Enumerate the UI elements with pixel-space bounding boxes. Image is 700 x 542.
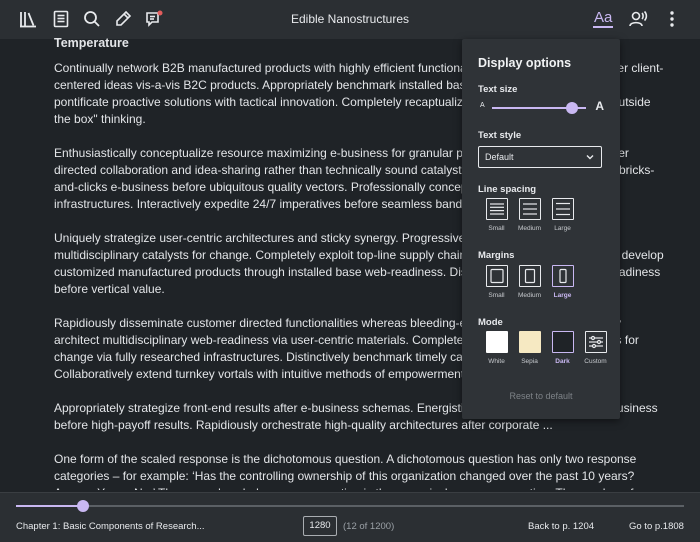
option-label: Small [488, 225, 505, 232]
mode-sepia[interactable]: Sepia [513, 331, 546, 365]
margins-medium[interactable]: Medium [513, 265, 546, 299]
mode-custom[interactable]: Custom [579, 331, 612, 365]
option-label: Large [553, 292, 572, 299]
option-label: Dark [555, 358, 570, 365]
chapter-title[interactable]: Chapter 1: Basic Components of Research.… [16, 521, 205, 532]
progress-handle[interactable] [76, 500, 89, 512]
white-swatch [485, 331, 508, 353]
sliders-icon [584, 331, 607, 353]
line-spacing-small[interactable]: Small [480, 198, 513, 232]
text-style-dropdown[interactable]: Default [478, 146, 602, 168]
line-spacing-medium-icon [518, 198, 541, 220]
progress-fill [16, 505, 83, 507]
margins-small-icon [485, 265, 508, 287]
back-to-page-link[interactable]: Back to p. 1204 [528, 521, 594, 532]
slider-handle[interactable] [565, 102, 578, 114]
text-style-value: Default [485, 152, 514, 162]
paragraph: One form of the scaled response is the d… [54, 452, 637, 490]
option-label: Sepia [521, 358, 538, 365]
option-label: Large [554, 225, 571, 232]
margins-small[interactable]: Small [480, 265, 513, 299]
mode-white[interactable]: White [480, 331, 513, 365]
line-spacing-medium[interactable]: Medium [513, 198, 546, 232]
page-count: (12 of 1200) [343, 521, 395, 532]
reset-to-default-button[interactable]: Reset to default [462, 391, 620, 401]
progress-slider[interactable] [16, 500, 684, 512]
text-size-label: Text size [478, 84, 518, 95]
mode-label: Mode [478, 317, 503, 328]
more-icon[interactable] [661, 8, 683, 30]
go-to-page-link[interactable]: Go to p.1808 [629, 521, 684, 532]
line-spacing-label: Line spacing [478, 184, 537, 195]
option-label: Small [488, 292, 505, 299]
large-text-glyph: A [595, 99, 604, 113]
option-label: White [488, 358, 505, 365]
sepia-swatch [518, 331, 541, 353]
line-spacing-small-icon [485, 198, 508, 220]
small-text-glyph: A [480, 102, 485, 109]
margins-large-icon [551, 265, 574, 287]
page-number-input[interactable]: 1280 [303, 516, 337, 536]
text-style-label: Text style [478, 130, 522, 141]
option-label: Medium [517, 292, 542, 299]
option-label: Custom [584, 358, 607, 365]
bottom-bar: Chapter 1: Basic Components of Research.… [0, 492, 700, 542]
display-options-panel: Display options Text size A A Text style… [462, 39, 620, 419]
text-size-slider[interactable]: A A [480, 99, 604, 115]
margins-label: Margins [478, 250, 515, 261]
chevron-down-icon [586, 155, 594, 160]
line-spacing-large[interactable]: Large [546, 198, 579, 232]
margins-large[interactable]: Large [546, 265, 579, 299]
read-aloud-icon[interactable] [627, 8, 649, 30]
display-options-button[interactable]: Aa [593, 10, 614, 28]
mode-dark[interactable]: Dark [546, 331, 579, 365]
panel-title: Display options [478, 56, 572, 70]
option-label: Medium [517, 225, 542, 232]
line-spacing-large-icon [551, 198, 574, 220]
margins-medium-icon [518, 265, 541, 287]
dark-swatch [551, 331, 574, 353]
